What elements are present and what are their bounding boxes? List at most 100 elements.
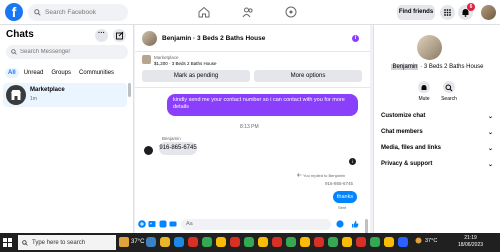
listing-price-title[interactable]: $1,200 · 3 Beds 2 Baths House bbox=[154, 61, 217, 66]
taskbar-search[interactable]: Type here to search bbox=[18, 235, 116, 250]
chrome-icon[interactable] bbox=[216, 237, 226, 247]
chrome-icon[interactable] bbox=[314, 237, 324, 247]
image-icon[interactable] bbox=[148, 220, 156, 228]
windows-start-icon[interactable] bbox=[3, 238, 12, 247]
chevron-down-icon: ⌄ bbox=[487, 114, 493, 120]
filter-all[interactable]: All bbox=[5, 68, 19, 78]
conversation-name: Marketplace bbox=[30, 87, 65, 93]
clock-time: 21:19 bbox=[464, 235, 477, 241]
message-input[interactable] bbox=[186, 221, 316, 227]
search-icon bbox=[11, 49, 17, 55]
menu-button[interactable] bbox=[440, 5, 455, 20]
profile-avatar[interactable] bbox=[481, 5, 496, 20]
sidebar-scrollbar[interactable] bbox=[128, 83, 131, 97]
facebook-logo[interactable]: f bbox=[5, 3, 23, 21]
chat-panel: Benjamin · 3 Beds 2 Baths House i Market… bbox=[135, 25, 370, 252]
listing-thumbnail[interactable] bbox=[142, 55, 151, 64]
gaming-icon[interactable] bbox=[285, 6, 297, 18]
gif-icon[interactable] bbox=[169, 220, 177, 228]
conversation-item-marketplace[interactable]: Marketplace 1m bbox=[3, 83, 127, 107]
chrome-icon[interactable] bbox=[272, 237, 282, 247]
messenger-search[interactable] bbox=[6, 45, 128, 59]
mark-as-pending-button[interactable]: Mark as pending bbox=[142, 70, 250, 82]
chevron-down-icon: ⌄ bbox=[487, 146, 493, 152]
like-icon[interactable] bbox=[351, 220, 359, 228]
outgoing-message[interactable]: thanks bbox=[333, 191, 357, 203]
chrome-icon[interactable] bbox=[202, 237, 212, 247]
windows-taskbar: Type here to search 37°C 37°C 21:19 18/0… bbox=[0, 233, 500, 252]
folder-icon[interactable] bbox=[160, 237, 170, 247]
marketplace-icon bbox=[6, 85, 26, 105]
message-info-icon[interactable]: i bbox=[349, 158, 356, 165]
section-label: Privacy & support bbox=[381, 161, 433, 167]
chrome-icon[interactable] bbox=[188, 237, 198, 247]
home-icon[interactable] bbox=[198, 6, 210, 18]
section-privacy-support[interactable]: Privacy & support ⌄ bbox=[381, 161, 493, 168]
search-icon bbox=[443, 81, 455, 93]
chat-filters: All Unread Groups Communities bbox=[5, 68, 117, 78]
emoji-icon[interactable] bbox=[336, 220, 344, 228]
top-navigation-bar: f Find friends 6 bbox=[0, 0, 500, 25]
section-media-files-links[interactable]: Media, files and links ⌄ bbox=[381, 145, 493, 152]
search-label: Search bbox=[441, 96, 457, 102]
facebook-search[interactable] bbox=[28, 4, 128, 21]
edge-icon[interactable] bbox=[174, 237, 184, 247]
chrome-icon[interactable] bbox=[356, 237, 366, 247]
chrome-icon[interactable] bbox=[258, 237, 268, 247]
reply-indicator: You replied to Benjamin bbox=[297, 173, 345, 178]
chrome-icon[interactable] bbox=[230, 237, 240, 247]
chat-avatar[interactable] bbox=[142, 31, 157, 46]
listing-source: Marketplace bbox=[154, 55, 179, 60]
search-action[interactable]: Search bbox=[437, 81, 461, 102]
chat-title[interactable]: Benjamin · 3 Beds 2 Baths House bbox=[162, 35, 265, 42]
chrome-icon[interactable] bbox=[370, 237, 380, 247]
filter-communities[interactable]: Communities bbox=[76, 68, 117, 78]
section-label: Media, files and links bbox=[381, 145, 442, 151]
mute-action[interactable]: Mute bbox=[412, 81, 436, 102]
chrome-icon[interactable] bbox=[300, 237, 310, 247]
weather-icon bbox=[119, 237, 129, 247]
reply-indicator-text: You replied to Benjamin bbox=[303, 173, 346, 178]
chevron-down-icon: ⌄ bbox=[487, 130, 493, 136]
messenger-search-input[interactable] bbox=[20, 49, 120, 55]
chrome-icon[interactable] bbox=[328, 237, 338, 247]
system-clock[interactable]: 21:19 18/06/2023 bbox=[458, 235, 483, 249]
chrome-icon[interactable] bbox=[244, 237, 254, 247]
section-label: Chat members bbox=[381, 129, 423, 135]
chrome-icon[interactable] bbox=[342, 237, 352, 247]
new-message-button[interactable] bbox=[113, 29, 126, 42]
message-composer bbox=[135, 215, 370, 233]
bell-icon bbox=[418, 81, 430, 93]
chrome-icon[interactable] bbox=[286, 237, 296, 247]
section-customize-chat[interactable]: Customize chat ⌄ bbox=[381, 113, 493, 120]
chats-options-button[interactable]: ··· bbox=[95, 29, 108, 42]
chrome-icon[interactable] bbox=[384, 237, 394, 247]
facebook-search-input[interactable] bbox=[45, 9, 125, 16]
compose-icon bbox=[116, 31, 124, 40]
filter-unread[interactable]: Unread bbox=[21, 68, 47, 78]
weather-widget[interactable]: 37°C bbox=[119, 237, 144, 247]
taskbar-app-icon[interactable] bbox=[398, 237, 408, 247]
weather-icon bbox=[415, 237, 422, 244]
chat-header: Benjamin · 3 Beds 2 Baths House i bbox=[135, 25, 370, 52]
search-icon bbox=[22, 239, 28, 246]
section-chat-members[interactable]: Chat members ⌄ bbox=[381, 129, 493, 136]
message-list: kindly send me your contact number so i … bbox=[135, 89, 370, 252]
details-title-highlight: Benjamin bbox=[391, 64, 419, 70]
more-options-button[interactable]: More options bbox=[254, 70, 362, 82]
outgoing-message[interactable]: kindly send me your contact number so i … bbox=[167, 94, 358, 116]
plus-circle-icon[interactable] bbox=[137, 220, 146, 228]
incoming-message[interactable]: 916-865-6745 bbox=[159, 142, 197, 155]
quoted-message[interactable]: 916-865-6745 bbox=[325, 181, 353, 186]
find-friends-button[interactable]: Find friends bbox=[397, 5, 435, 20]
filter-groups[interactable]: Groups bbox=[48, 68, 74, 78]
reply-icon bbox=[297, 173, 302, 177]
sender-avatar[interactable] bbox=[144, 146, 153, 155]
sender-name: Benjamin bbox=[162, 136, 181, 141]
taskbar-app-icon[interactable] bbox=[146, 237, 156, 247]
sticker-icon[interactable] bbox=[159, 220, 167, 228]
message-input-container[interactable] bbox=[181, 218, 331, 230]
friends-icon[interactable] bbox=[242, 6, 254, 18]
details-avatar[interactable] bbox=[417, 35, 442, 60]
chat-info-button[interactable]: i bbox=[352, 35, 359, 42]
